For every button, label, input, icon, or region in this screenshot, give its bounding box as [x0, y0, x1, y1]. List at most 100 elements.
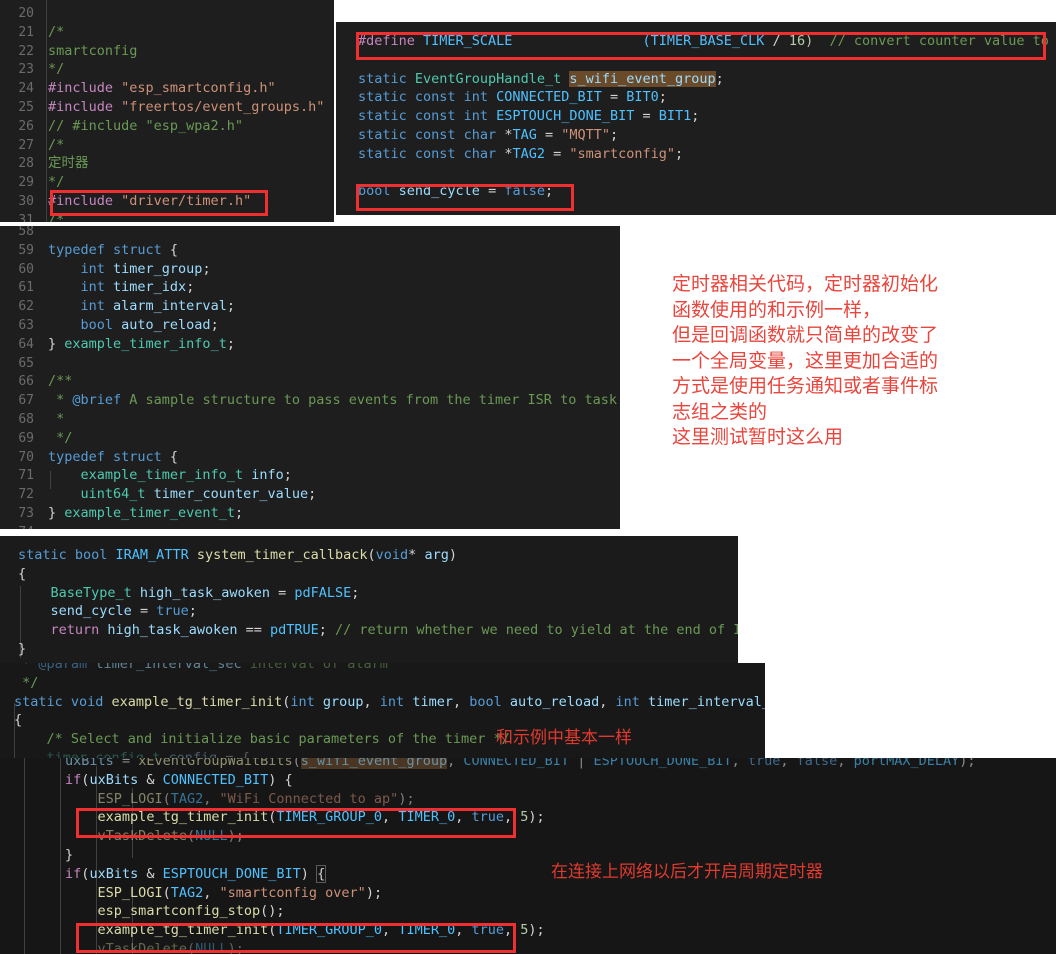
line-number: 24: [18, 81, 34, 97]
code-line: 23 */: [0, 60, 324, 79]
code-line: static void example_tg_timer_init(int gr…: [14, 693, 765, 710]
screenshot-root: { "meta": { "kind": "code-editor-screens…: [0, 0, 1056, 954]
line-number: 26: [18, 118, 34, 134]
code-line: 31/*: [0, 211, 324, 222]
line-number: 64: [18, 336, 34, 352]
line-number: 61: [18, 280, 34, 296]
code-line: #define TIMER_SCALE (TIMER_BASE_CLK / 16…: [358, 33, 1049, 49]
code-lines: 58 59 typedef struct { 60 int timer_group…: [0, 226, 617, 529]
code-line: /* Select and initialize basic parameter…: [46, 731, 510, 748]
code-line: example_tg_timer_init(TIMER_GROUP_0, TIM…: [97, 922, 545, 939]
code-lines: 20 21/* 22 smartconfig 23 */ 24 #include "e…: [0, 4, 324, 222]
code-lines: uxBits = xEventGroupWaitBits(s_wifi_even…: [0, 758, 976, 954]
code-line: if(uxBits & ESPTOUCH_DONE_BIT) {: [65, 864, 327, 883]
annotation-note-right: 定时器相关代码，定时器初始化 函数使用的和示例一样， 但是回调函数就只简单的改变…: [672, 273, 939, 448]
line-number: 20: [18, 6, 34, 21]
code-line: 29 */: [0, 173, 324, 192]
line-number: 58: [18, 226, 34, 239]
code-line: vTaskDelete(NULL);: [97, 940, 244, 954]
line-number: 29: [18, 175, 34, 191]
annotation-note-middle: 和示例中基本一样: [496, 728, 632, 748]
code-line: 26// #include "esp_wpa2.h": [0, 117, 324, 136]
code-block-typedefs: 58 59 typedef struct { 60 int timer_group…: [0, 226, 620, 529]
code-line: 30 #include "driver/timer.h": [0, 192, 324, 211]
code-line: 65: [0, 354, 617, 373]
code-lines: * @param timer_interval_sec interval of …: [14, 663, 765, 768]
line-number: 60: [18, 261, 34, 277]
code-line: ESP_LOGI(TAG2, "smartconfig over");: [97, 884, 383, 901]
code-lines: #define TIMER_SCALE (TIMER_BASE_CLK / 16…: [358, 32, 1056, 201]
code-line: 25 #include "freertos/event_groups.h": [0, 98, 324, 117]
line-number: 22: [18, 43, 34, 59]
code-line: static const char *TAG = "MQTT";: [358, 126, 619, 143]
code-line: 24 #include "esp_smartconfig.h": [0, 79, 324, 98]
code-line: }: [65, 846, 74, 863]
code-line: static const int ESPTOUCH_DONE_BIT = BIT…: [358, 108, 700, 125]
code-line: vTaskDelete(NULL);: [97, 828, 244, 845]
line-number: 63: [18, 317, 34, 333]
line-number: 65: [18, 355, 34, 371]
code-line: example_tg_timer_init(TIMER_GROUP_0, TIM…: [97, 809, 545, 826]
code-line: 21/*: [0, 23, 324, 42]
code-line: static const int CONNECTED_BIT = BIT0;: [358, 89, 667, 106]
code-line: return high_task_awoken == pdTRUE; // re…: [50, 622, 738, 639]
code-line: 67 * @brief A sample structure to pass e…: [0, 391, 617, 410]
code-line: 28 定时器: [0, 154, 324, 173]
code-line: 64} example_timer_info_t;: [0, 335, 617, 354]
code-line: static const char *TAG2 = "smartconfig";: [358, 145, 684, 162]
code-line: static bool IRAM_ATTR system_timer_callb…: [18, 547, 457, 563]
code-line: 27/*: [0, 136, 324, 155]
code-line: 72 uint64_t timer_counter_value;: [0, 485, 617, 504]
code-line: if(uxBits & CONNECTED_BIT) {: [65, 771, 293, 788]
code-line: 61 int timer_idx;: [0, 278, 617, 297]
code-lines: static bool IRAM_ATTR system_timer_callb…: [18, 546, 738, 659]
code-line: 69 */: [0, 429, 617, 448]
code-block-includes: 20 21/* 22 smartconfig 23 */ 24 #include "e…: [0, 0, 334, 222]
line-number: 28: [18, 156, 34, 172]
line-number: 30: [18, 193, 34, 209]
line-number: 66: [18, 374, 34, 390]
seam-gap-3: [0, 529, 1056, 536]
code-line: 58: [0, 226, 617, 241]
line-number: 27: [18, 137, 34, 153]
line-number: 25: [18, 99, 34, 115]
code-line: 22 smartconfig: [0, 42, 324, 61]
line-number: 62: [18, 299, 34, 315]
line-number: 72: [18, 487, 34, 503]
code-line: uxBits = xEventGroupWaitBits(s_wifi_even…: [0, 758, 976, 771]
code-block-smartconfig-task: uxBits = xEventGroupWaitBits(s_wifi_even…: [0, 758, 1056, 954]
code-line: esp_smartconfig_stop();: [97, 903, 285, 920]
code-block-timer-init: * @param timer_interval_sec interval of …: [0, 663, 765, 771]
line-number: 59: [18, 242, 34, 258]
code-line: 63 bool auto_reload;: [0, 316, 617, 335]
code-line: BaseType_t high_task_awoken = pdFALSE;: [50, 584, 360, 601]
code-block-callback: static bool IRAM_ATTR system_timer_callb…: [0, 536, 738, 663]
code-line: 62 int alarm_interval;: [0, 297, 617, 316]
line-number: 67: [18, 393, 34, 409]
code-line: bool send_cycle = false;: [358, 183, 554, 200]
line-number: 69: [18, 430, 34, 446]
code-line: 20: [0, 4, 324, 23]
line-number: 31: [18, 212, 34, 222]
code-line: {: [18, 565, 27, 582]
code-line: 68 *: [0, 410, 617, 429]
code-line: 60 int timer_group;: [0, 260, 617, 279]
code-line: 71 example_timer_info_t info;: [0, 466, 617, 485]
code-block-defines: #define TIMER_SCALE (TIMER_BASE_CLK / 16…: [336, 22, 1056, 215]
annotation-note-bottom: 在连接上网络以后才开启周期定时器: [551, 862, 823, 882]
line-number: 23: [18, 62, 34, 78]
line-number: 68: [18, 411, 34, 427]
line-number: 71: [18, 468, 34, 484]
code-line: static EventGroupHandle_t s_wifi_event_g…: [358, 70, 724, 87]
code-line: ESP_LOGI(TAG2, "WiFi Connected to ap");: [97, 790, 415, 807]
code-line: 66/**: [0, 372, 617, 391]
code-line: * @param timer_interval_sec interval of …: [14, 663, 388, 672]
code-line: }: [18, 640, 27, 657]
code-line: */: [14, 674, 39, 691]
code-line: 70 typedef struct {: [0, 448, 617, 467]
line-number: 21: [18, 24, 34, 40]
code-line: {: [14, 712, 23, 729]
code-line: 59 typedef struct {: [0, 241, 617, 260]
